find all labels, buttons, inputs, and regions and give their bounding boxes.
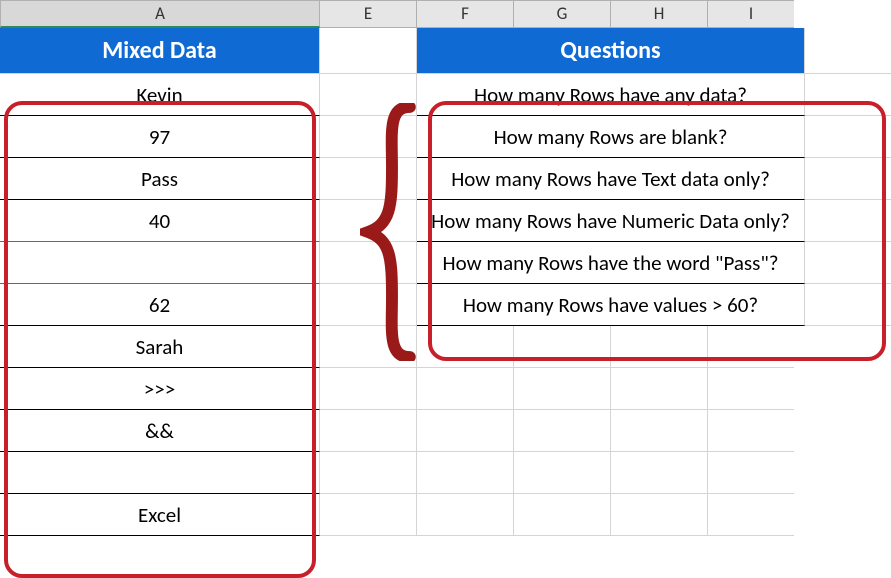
mixed-data-cell[interactable]: Excel <box>0 494 320 536</box>
cell-empty[interactable] <box>320 28 417 74</box>
spreadsheet-grid: Mixed Data Questions Kevin How many Rows… <box>0 28 891 561</box>
cell-empty[interactable] <box>320 494 417 536</box>
cell-empty[interactable] <box>514 410 611 452</box>
table-row: Pass How many Rows have Text data only? <box>0 158 891 200</box>
cell-empty[interactable] <box>514 494 611 536</box>
cell-empty[interactable] <box>514 368 611 410</box>
mixed-data-cell[interactable]: 40 <box>0 200 320 242</box>
mixed-data-cell[interactable]: Sarah <box>0 326 320 368</box>
cell-empty[interactable] <box>320 200 417 242</box>
cell-empty[interactable] <box>514 326 611 368</box>
col-header-F[interactable]: F <box>417 0 514 28</box>
cell-empty[interactable] <box>611 494 708 536</box>
question-cell[interactable]: How many Rows have values > 60? <box>417 284 805 326</box>
question-cell[interactable]: How many Rows are blank? <box>417 116 805 158</box>
mixed-data-cell[interactable]: 97 <box>0 116 320 158</box>
cell-empty[interactable] <box>320 116 417 158</box>
mixed-data-cell[interactable]: Kevin <box>0 74 320 116</box>
cell-empty[interactable] <box>611 368 708 410</box>
cell-empty[interactable] <box>514 452 611 494</box>
col-header-E[interactable]: E <box>320 0 417 28</box>
mixed-data-cell[interactable]: 62 <box>0 284 320 326</box>
cell-empty[interactable] <box>708 494 794 536</box>
table-row: Sarah <box>0 326 891 368</box>
cell-empty[interactable] <box>320 410 417 452</box>
cell-empty[interactable] <box>805 242 891 284</box>
questions-header[interactable]: Questions <box>417 28 805 74</box>
mixed-data-cell[interactable] <box>0 452 320 494</box>
table-row: >>> <box>0 368 891 410</box>
col-header-H[interactable]: H <box>611 0 708 28</box>
question-cell[interactable]: How many Rows have Numeric Data only? <box>417 200 805 242</box>
cell-empty[interactable] <box>320 368 417 410</box>
cell-empty[interactable] <box>611 452 708 494</box>
cell-empty[interactable] <box>320 74 417 116</box>
mixed-data-header[interactable]: Mixed Data <box>0 28 320 74</box>
cell-empty[interactable] <box>611 326 708 368</box>
table-row <box>0 452 891 494</box>
cell-empty[interactable] <box>805 200 891 242</box>
cell-empty[interactable] <box>417 326 514 368</box>
cell-empty[interactable] <box>320 158 417 200</box>
cell-empty[interactable] <box>417 410 514 452</box>
col-header-G[interactable]: G <box>514 0 611 28</box>
table-row: Excel <box>0 494 891 536</box>
question-cell[interactable]: How many Rows have any data? <box>417 74 805 116</box>
cell-empty[interactable] <box>805 284 891 326</box>
mixed-data-cell[interactable] <box>0 242 320 284</box>
mixed-data-cell[interactable]: >>> <box>0 368 320 410</box>
table-row: How many Rows have the word "Pass"? <box>0 242 891 284</box>
table-row: 62 How many Rows have values > 60? <box>0 284 891 326</box>
cell-empty[interactable] <box>417 494 514 536</box>
cell-empty[interactable] <box>417 452 514 494</box>
col-header-A[interactable]: A <box>0 0 320 28</box>
cell-empty[interactable] <box>611 410 708 452</box>
table-row: Kevin How many Rows have any data? <box>0 74 891 116</box>
cell-empty[interactable] <box>320 452 417 494</box>
cell-empty[interactable] <box>708 452 794 494</box>
cell-empty[interactable] <box>417 368 514 410</box>
column-headers: A E F G H I <box>0 0 891 28</box>
mixed-data-cell[interactable]: Pass <box>0 158 320 200</box>
question-cell[interactable]: How many Rows have the word "Pass"? <box>417 242 805 284</box>
cell-empty[interactable] <box>320 326 417 368</box>
cell-empty[interactable] <box>805 158 891 200</box>
cell-empty[interactable] <box>805 116 891 158</box>
col-header-I[interactable]: I <box>708 0 794 28</box>
mixed-data-cell[interactable]: && <box>0 410 320 452</box>
cell-empty[interactable] <box>320 242 417 284</box>
table-row: 97 How many Rows are blank? <box>0 116 891 158</box>
cell-empty[interactable] <box>708 410 794 452</box>
question-cell[interactable]: How many Rows have Text data only? <box>417 158 805 200</box>
cell-empty[interactable] <box>805 28 891 74</box>
table-row: && <box>0 410 891 452</box>
cell-empty[interactable] <box>805 74 891 116</box>
table-row: Mixed Data Questions <box>0 28 891 74</box>
cell-empty[interactable] <box>708 368 794 410</box>
cell-empty[interactable] <box>708 326 794 368</box>
cell-empty[interactable] <box>320 284 417 326</box>
table-row: 40 How many Rows have Numeric Data only? <box>0 200 891 242</box>
